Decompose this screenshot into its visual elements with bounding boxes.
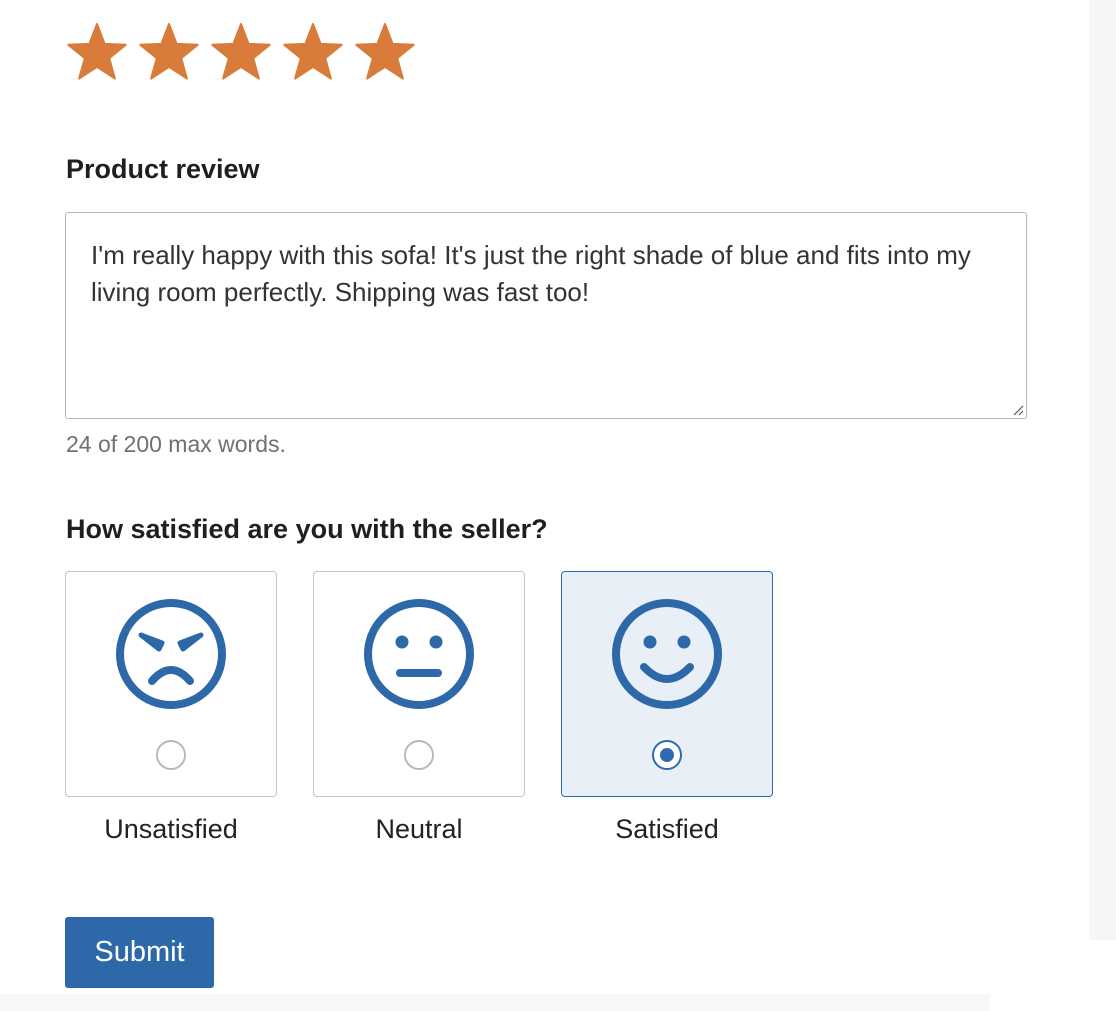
- satisfied-label[interactable]: Satisfied: [561, 814, 773, 845]
- neutral-face-icon: [362, 597, 476, 711]
- choice-unsatisfied[interactable]: [65, 571, 277, 797]
- product-review-text[interactable]: I'm really happy with this sofa! It's ju…: [91, 237, 991, 311]
- radio-unsatisfied[interactable]: [156, 740, 186, 770]
- neutral-label[interactable]: Neutral: [313, 814, 525, 845]
- resize-handle-icon[interactable]: [1012, 404, 1024, 416]
- choice-satisfied[interactable]: [561, 571, 773, 797]
- radio-satisfied[interactable]: [652, 740, 682, 770]
- star-3-icon[interactable]: [208, 20, 274, 86]
- star-1-icon[interactable]: [64, 20, 130, 86]
- word-count: 24 of 200 max words.: [66, 431, 286, 457]
- unsatisfied-label[interactable]: Unsatisfied: [65, 814, 277, 845]
- star-2-icon[interactable]: [136, 20, 202, 86]
- page-bottom-strip: [0, 994, 990, 1011]
- smiling-face-icon: [610, 597, 724, 711]
- star-rating: [64, 20, 418, 86]
- star-5-icon[interactable]: [352, 20, 418, 86]
- submit-button[interactable]: Submit: [65, 917, 214, 988]
- radio-neutral[interactable]: [404, 740, 434, 770]
- angry-face-icon: [114, 597, 228, 711]
- page-side-strip: [1089, 0, 1116, 940]
- satisfaction-question-label: How satisfied are you with the seller?: [66, 514, 548, 544]
- star-4-icon[interactable]: [280, 20, 346, 86]
- product-review-label: Product review: [66, 154, 260, 184]
- product-review-textarea[interactable]: I'm really happy with this sofa! It's ju…: [65, 212, 1027, 419]
- choice-neutral[interactable]: [313, 571, 525, 797]
